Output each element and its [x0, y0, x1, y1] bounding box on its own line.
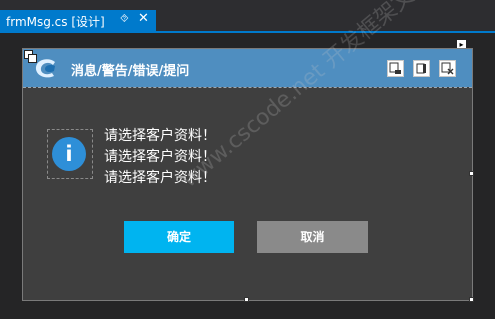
message-form[interactable]: 消息/警告/错误/提问 i 请选择客户资料！ 请选择客户资料！ 请选择客户资料！… [22, 0, 473, 301]
resize-handle-bottom-right[interactable] [469, 297, 474, 302]
info-icon: i [52, 137, 86, 171]
tab-frmmsg-design[interactable]: frmMsg.cs [设计] ⯑ ✕ [0, 10, 156, 31]
ok-button[interactable]: 确定 [124, 221, 234, 253]
resize-handle-right[interactable] [469, 171, 474, 176]
cancel-button[interactable]: 取消 [257, 221, 368, 253]
maximize-button-icon[interactable] [413, 60, 430, 77]
form-corner-glyph-icon [24, 50, 37, 63]
pin-icon[interactable]: ⯑ [120, 12, 129, 26]
document-tab-strip: frmMsg.cs [设计] ⯑ ✕ [0, 0, 495, 31]
minimize-button-icon[interactable] [387, 60, 404, 77]
close-icon[interactable]: ✕ [138, 11, 149, 26]
info-icon-frame: i [47, 129, 93, 179]
close-button-icon[interactable] [439, 60, 456, 77]
form-titlebar: 消息/警告/错误/提问 [23, 49, 472, 87]
form-title: 消息/警告/错误/提问 [71, 64, 190, 79]
tab-title: frmMsg.cs [设计] [6, 15, 105, 29]
titlebar-separator [23, 87, 472, 88]
message-line: 请选择客户资料！ [104, 128, 216, 144]
resize-handle-bottom[interactable] [244, 297, 249, 302]
